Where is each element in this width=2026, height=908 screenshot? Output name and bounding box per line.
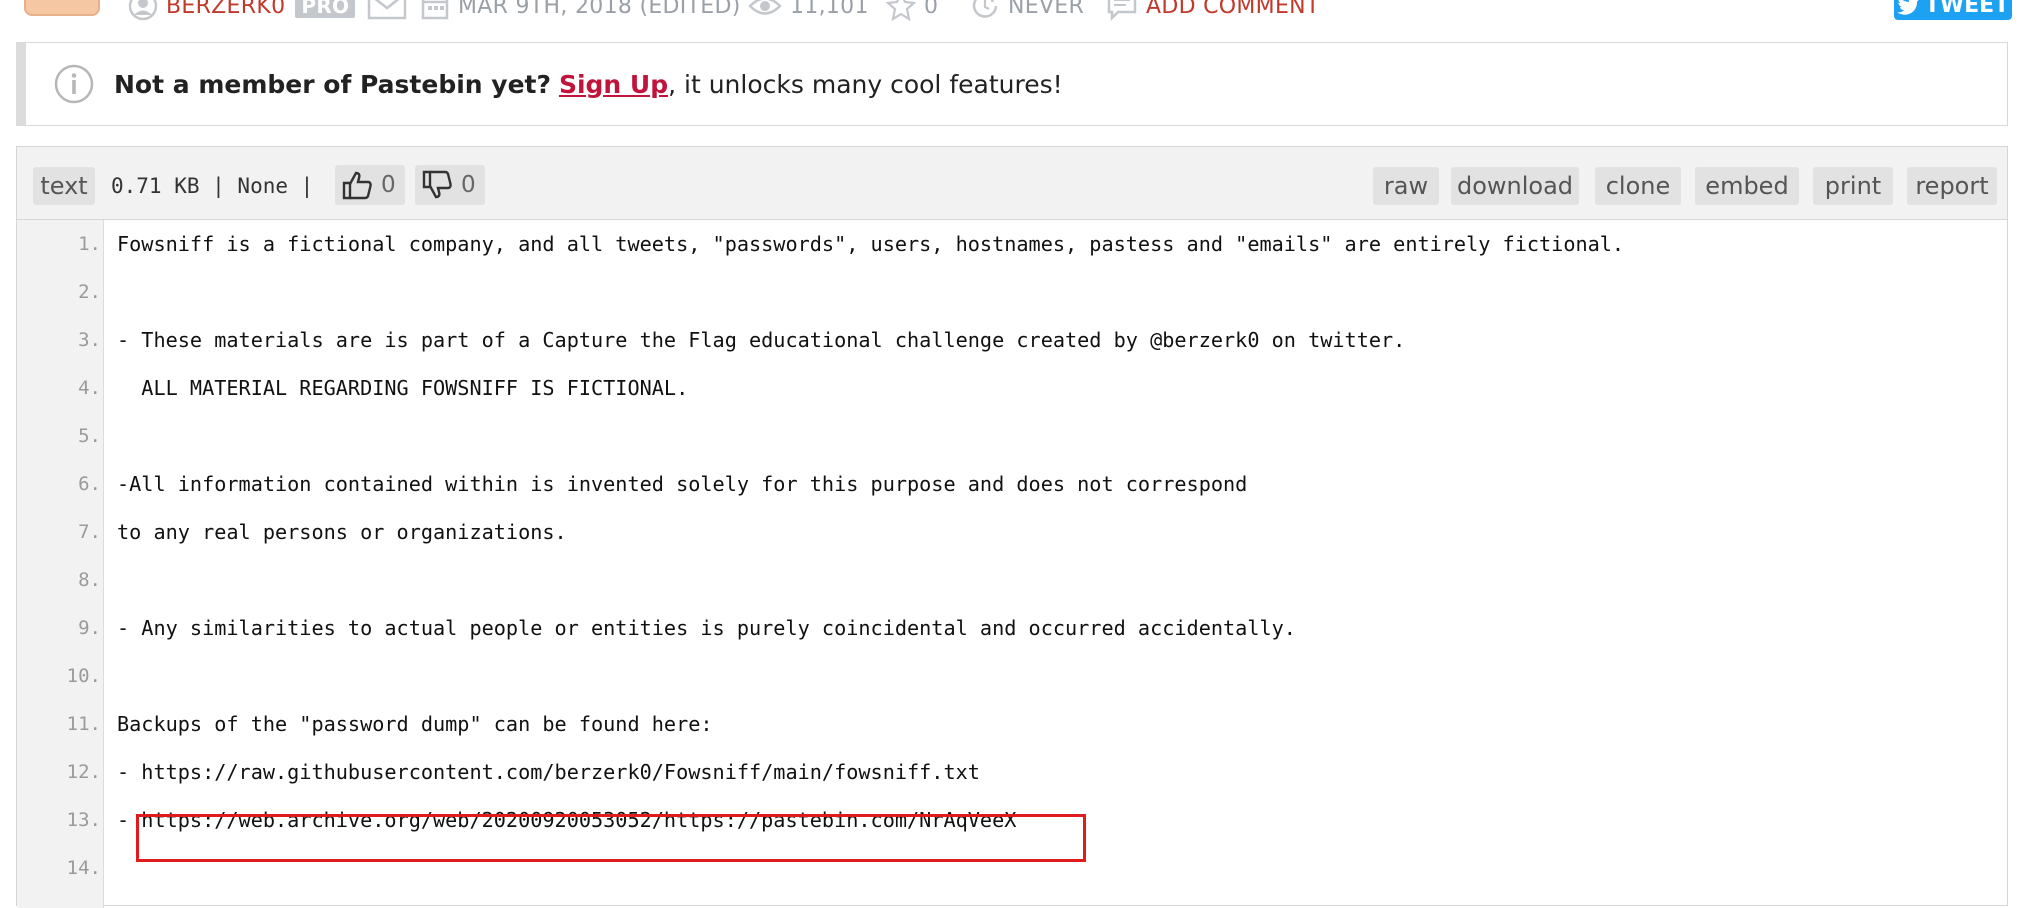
user-icon — [128, 0, 158, 21]
paste-meta-bar: BERZERK0 PRO MAR 9TH, 2018 (EDITED) 11,1… — [0, 0, 2026, 40]
print-button[interactable]: print — [1813, 167, 1893, 205]
like-count: 0 — [381, 172, 396, 198]
expiry-text: NEVER — [1008, 0, 1085, 19]
line-text: - These materials are is part of a Captu… — [117, 328, 1406, 352]
tweet-label: TWEET — [1924, 0, 2010, 18]
line-number: 3. — [78, 329, 101, 351]
line-text: Backups of the "password dump" can be fo… — [117, 712, 713, 736]
line-text: Fowsniff is a fictional company, and all… — [117, 232, 1625, 256]
signup-notice: Not a member of Pastebin yet? Sign Up, i… — [16, 42, 2008, 126]
tweet-button[interactable]: TWEET — [1894, 0, 2012, 20]
thumbs-up-icon — [342, 171, 372, 200]
notice-prefix: Not a member of Pastebin yet? — [114, 69, 551, 99]
star-icon[interactable] — [886, 0, 916, 21]
dislike-count: 0 — [461, 172, 476, 198]
paste-panel: text 0.71 KB | None | 0 0 raw download c… — [16, 146, 2008, 908]
pro-badge: PRO — [295, 0, 356, 18]
mail-icon[interactable] — [367, 0, 407, 20]
clone-button[interactable]: clone — [1595, 167, 1681, 205]
code-line: 12. - https://raw.githubusercontent.com/… — [17, 748, 2007, 796]
syntax-badge[interactable]: text — [33, 167, 95, 205]
like-button[interactable]: 0 — [335, 165, 405, 205]
code-line: 10. — [17, 652, 2007, 700]
line-number: 2. — [78, 281, 101, 303]
code-line: 2. — [17, 268, 2007, 316]
expiry: NEVER — [970, 0, 1084, 19]
view-count: 11,101 — [748, 0, 869, 19]
line-text: ALL MATERIAL REGARDING FOWSNIFF IS FICTI… — [117, 376, 689, 400]
notice-suffix: , it unlocks many cool features! — [668, 69, 1063, 99]
avatar[interactable] — [24, 0, 100, 16]
dislike-button[interactable]: 0 — [415, 165, 485, 205]
code-line: 5. — [17, 412, 2007, 460]
star-count-text: 0 — [924, 0, 939, 19]
add-comment-link[interactable]: ADD COMMENT — [1106, 0, 1320, 21]
paste-toolbar: text 0.71 KB | None | 0 0 raw download c… — [17, 147, 2007, 220]
line-number: 13. — [66, 809, 101, 831]
line-number: 6. — [78, 473, 101, 495]
code-line: 6. -All information contained within is … — [17, 460, 2007, 508]
code-line: 14. — [17, 844, 2007, 892]
report-button[interactable]: report — [1907, 167, 1997, 205]
line-number: 10. — [66, 665, 101, 687]
author-name[interactable]: BERZERK0 — [166, 0, 285, 19]
comment-icon — [1107, 0, 1137, 21]
calendar-icon — [421, 0, 449, 20]
line-text: - https://raw.githubusercontent.com/berz… — [117, 760, 980, 784]
code-line: 3. - These materials are is part of a Ca… — [17, 316, 2007, 364]
line-number: 9. — [78, 617, 101, 639]
line-text: -All information contained within is inv… — [117, 472, 1248, 496]
line-number: 12. — [66, 761, 101, 783]
line-number: 5. — [78, 425, 101, 447]
paste-info: 0.71 KB | None | — [111, 174, 314, 198]
paste-date: MAR 9TH, 2018 (EDITED) — [420, 0, 741, 20]
line-number: 4. — [78, 377, 101, 399]
code-line: 7. to any real persons or organizations. — [17, 508, 2007, 556]
code-line: 4. ALL MATERIAL REGARDING FOWSNIFF IS FI… — [17, 364, 2007, 412]
sign-up-link[interactable]: Sign Up — [559, 70, 668, 99]
code-line: 8. — [17, 556, 2007, 604]
paste-date-text: MAR 9TH, 2018 (EDITED) — [458, 0, 741, 19]
notice-text: Not a member of Pastebin yet? Sign Up, i… — [114, 70, 1063, 99]
code-line: 9. - Any similarities to actual people o… — [17, 604, 2007, 652]
eye-icon — [748, 0, 782, 15]
clock-refresh-icon — [972, 0, 998, 18]
line-number: 14. — [66, 857, 101, 879]
line-text: - Any similarities to actual people or e… — [117, 616, 1296, 640]
add-comment-text[interactable]: ADD COMMENT — [1146, 0, 1320, 19]
embed-button[interactable]: embed — [1695, 167, 1799, 205]
code-line: 13. - https://web.archive.org/web/202009… — [17, 796, 2007, 844]
line-number: 7. — [78, 521, 101, 543]
author[interactable]: BERZERK0 PRO — [128, 0, 407, 21]
download-button[interactable]: download — [1451, 167, 1579, 205]
line-text: to any real persons or organizations. — [117, 520, 567, 544]
code-line: 11. Backups of the "password dump" can b… — [17, 700, 2007, 748]
line-number: 1. — [78, 233, 101, 255]
code-line: 1. Fowsniff is a fictional company, and … — [17, 220, 2007, 268]
thumbs-down-icon — [422, 170, 452, 199]
line-text: - https://web.archive.org/web/2020092005… — [117, 808, 1017, 832]
line-number: 11. — [66, 713, 101, 735]
code-area[interactable]: 1. Fowsniff is a fictional company, and … — [17, 220, 2007, 908]
twitter-bird-icon — [1896, 0, 1919, 15]
raw-button[interactable]: raw — [1373, 167, 1439, 205]
info-icon — [54, 64, 94, 104]
view-count-text: 11,101 — [790, 0, 869, 19]
star-count[interactable]: 0 — [886, 0, 939, 21]
line-number: 8. — [78, 569, 101, 591]
